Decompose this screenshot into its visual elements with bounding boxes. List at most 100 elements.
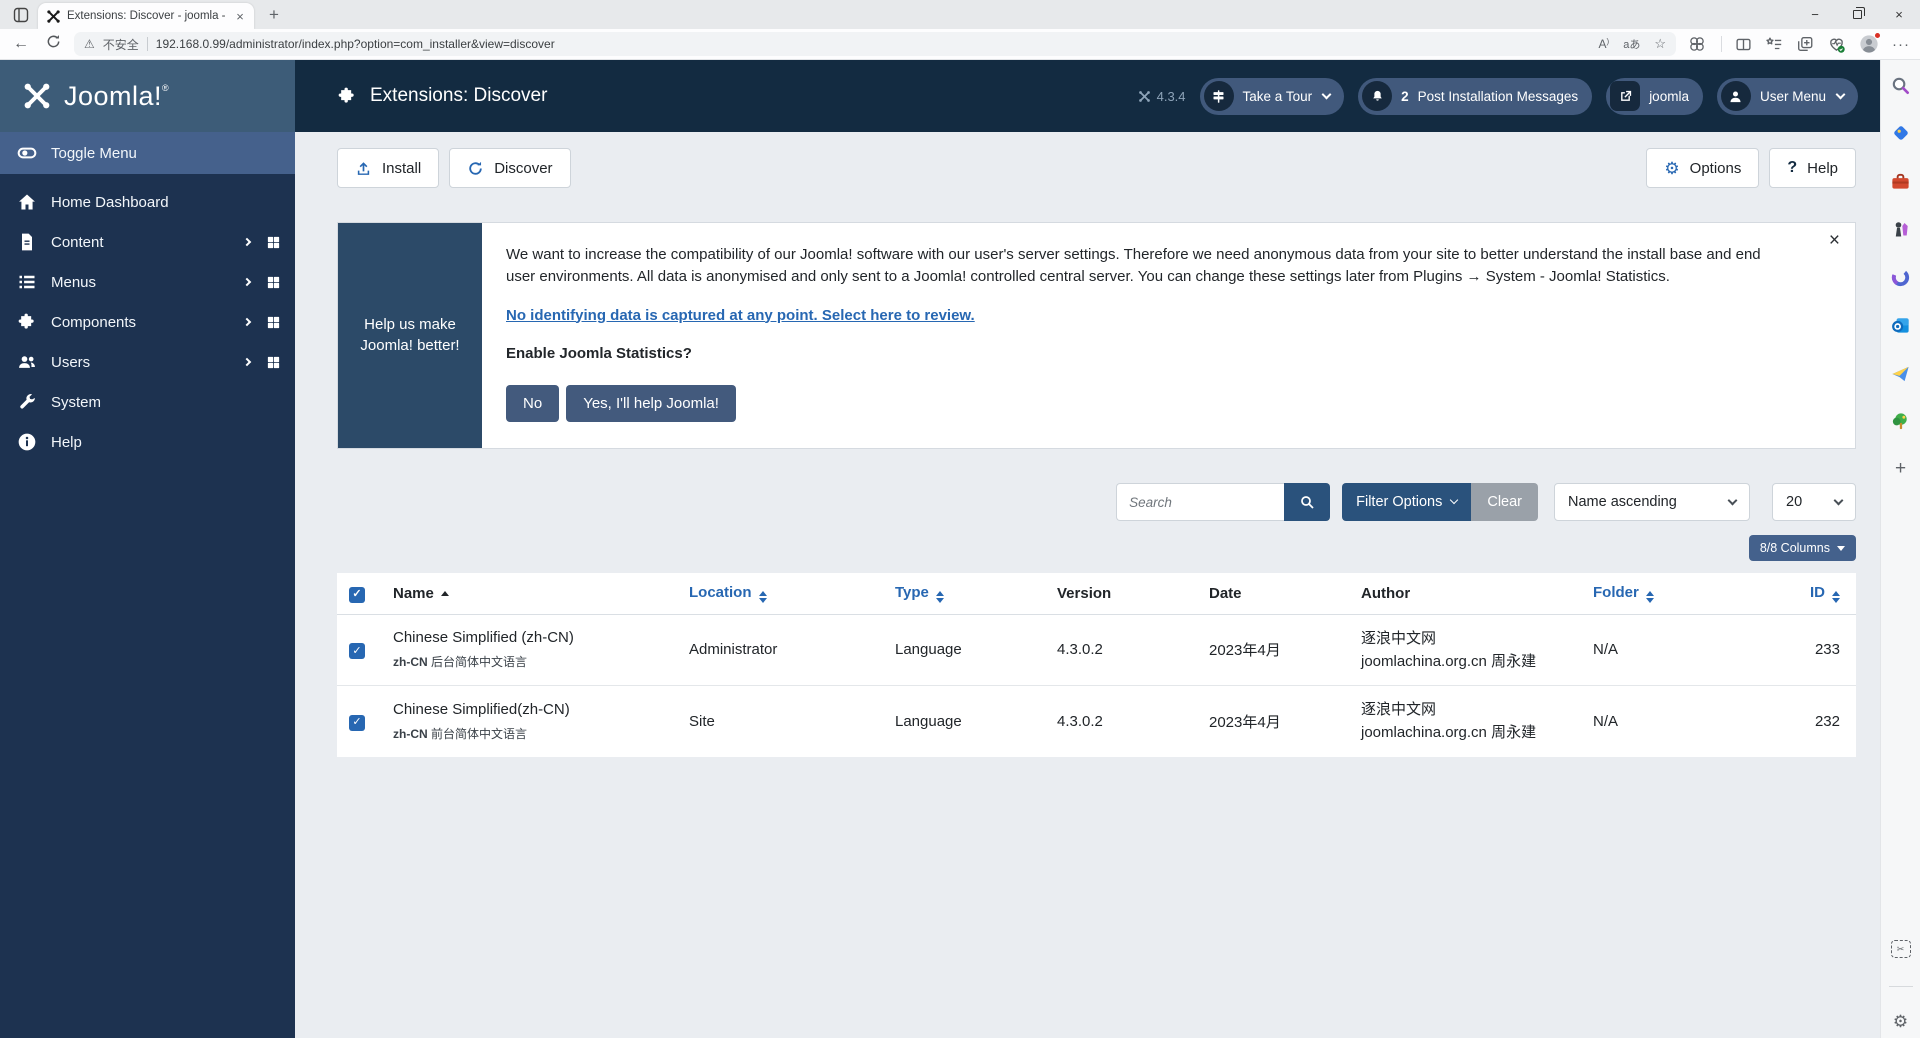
column-header-folder[interactable]: Folder — [1583, 573, 1723, 614]
read-aloud-icon[interactable]: A) — [1599, 37, 1610, 51]
browser-tab[interactable]: Extensions: Discover - joomla - A × — [38, 3, 254, 29]
sort-icon — [759, 591, 767, 603]
extension-type: Language — [885, 614, 1047, 686]
select-all-checkbox[interactable]: ✓ — [349, 587, 365, 603]
statistics-no-button[interactable]: No — [506, 385, 559, 422]
close-window-button[interactable]: × — [1878, 0, 1920, 29]
row-checkbox[interactable]: ✓ — [349, 643, 365, 659]
restore-button[interactable] — [1836, 0, 1878, 29]
sidebar-drop-icon[interactable] — [1890, 362, 1912, 384]
columns-toggle-button[interactable]: 8/8 Columns — [1749, 535, 1856, 561]
profile-avatar[interactable] — [1859, 34, 1879, 54]
user-menu-button[interactable]: User Menu — [1717, 78, 1858, 115]
extension-author: 逐浪中文网 joomlachina.org.cn 周永建 — [1351, 686, 1583, 757]
clear-button[interactable]: Clear — [1471, 483, 1538, 521]
sidebar-games-icon[interactable] — [1890, 218, 1912, 240]
rail-divider — [1889, 986, 1913, 987]
screenshot-icon[interactable]: ✂ — [1890, 938, 1912, 960]
sidebar-search-icon[interactable] — [1890, 74, 1912, 96]
sidebar-item-label: Menus — [51, 274, 230, 291]
translate-icon[interactable]: aあ — [1623, 36, 1640, 52]
extension-description: zh-CN 前台简体中文语言 — [393, 725, 669, 742]
split-screen-icon[interactable] — [1735, 36, 1752, 53]
review-link[interactable]: No identifying data is captured at any p… — [506, 305, 975, 327]
discover-button[interactable]: Discover — [449, 148, 570, 188]
row-checkbox[interactable]: ✓ — [349, 715, 365, 731]
collections-icon[interactable] — [1765, 35, 1783, 53]
options-button[interactable]: ⚙ Options — [1646, 148, 1759, 188]
extension-folder: N/A — [1583, 614, 1723, 686]
sidebar-microsoft365-icon[interactable] — [1890, 266, 1912, 288]
browser-menu-icon[interactable]: ··· — [1892, 36, 1910, 53]
joomla-admin: Joomla!® Extensions: Discover 4.3.4 — [0, 60, 1880, 1038]
page-title-text: Extensions: Discover — [370, 85, 547, 107]
tab-workspaces-icon[interactable] — [8, 4, 34, 26]
sort-select-value: Name ascending — [1568, 494, 1677, 510]
browser-essentials-icon[interactable] — [1827, 35, 1846, 54]
security-label[interactable]: 不安全 — [103, 36, 139, 53]
extension-version: 4.3.0.2 — [1047, 686, 1199, 757]
sidebar-item-label: System — [51, 394, 281, 411]
user-icon — [1721, 81, 1751, 111]
restore-icon — [1853, 10, 1862, 19]
column-header-name[interactable]: Name — [383, 573, 679, 614]
search-input[interactable] — [1116, 483, 1284, 521]
url-text[interactable]: 192.168.0.99/administrator/index.php?opt… — [156, 37, 1591, 51]
sort-select[interactable]: Name ascending — [1554, 483, 1750, 521]
sort-icon — [1646, 591, 1654, 603]
refresh-button[interactable] — [42, 34, 64, 54]
address-bar-actions: A) aあ ☆ — [1599, 36, 1666, 52]
back-button[interactable]: ← — [10, 35, 32, 53]
sidebar-toolbox-icon[interactable] — [1890, 170, 1912, 192]
table-row: ✓ Chinese Simplified (zh-CN) zh-CN 后台简体中… — [337, 614, 1856, 686]
tab-close-icon[interactable]: × — [232, 9, 248, 24]
sidebar-item-help[interactable]: Help — [0, 422, 295, 462]
notice-aside-title: Help us make Joomla! better! — [338, 223, 482, 448]
question-mark-icon: ? — [1787, 159, 1797, 177]
column-header-location[interactable]: Location — [679, 573, 885, 614]
dashboard-grid-icon[interactable] — [266, 275, 281, 290]
help-button[interactable]: ? Help — [1769, 148, 1856, 188]
sidebar-item-menus[interactable]: Menus — [0, 262, 295, 302]
dashboard-grid-icon[interactable] — [266, 315, 281, 330]
sidebar-item-system[interactable]: System — [0, 382, 295, 422]
tab-actions-icon[interactable] — [1796, 35, 1814, 53]
new-tab-button[interactable]: + — [262, 5, 286, 25]
dashboard-grid-icon[interactable] — [266, 235, 281, 250]
dashboard-grid-icon[interactable] — [266, 355, 281, 370]
search-button[interactable] — [1284, 483, 1330, 521]
edge-sidebar-rail: + ✂ ⚙ — [1880, 60, 1920, 1038]
extension-folder: N/A — [1583, 686, 1723, 757]
address-divider — [147, 37, 148, 51]
user-menu-label: User Menu — [1760, 89, 1826, 104]
view-site-button[interactable]: joomla — [1606, 78, 1703, 115]
sidebar-item-users[interactable]: Users — [0, 342, 295, 382]
extensions-icon[interactable] — [1686, 33, 1708, 55]
column-header-date: Date — [1199, 573, 1351, 614]
joomla-logo[interactable]: Joomla!® — [0, 60, 295, 132]
statistics-yes-button[interactable]: Yes, I'll help Joomla! — [566, 385, 736, 422]
sidebar-shopping-icon[interactable] — [1890, 122, 1912, 144]
toggle-icon — [17, 143, 37, 163]
post-installation-messages-button[interactable]: 2 Post Installation Messages — [1358, 78, 1592, 115]
address-bar[interactable]: ⚠ 不安全 192.168.0.99/administrator/index.p… — [74, 32, 1676, 56]
sidebar-add-icon[interactable]: + — [1895, 458, 1906, 480]
sidebar-item-toggle-menu[interactable]: Toggle Menu — [0, 132, 295, 174]
install-button[interactable]: Install — [337, 148, 439, 188]
take-a-tour-button[interactable]: Take a Tour — [1200, 78, 1345, 115]
sidebar-item-content[interactable]: Content — [0, 222, 295, 262]
settings-gear-icon[interactable]: ⚙ — [1893, 1013, 1908, 1030]
sidebar-outlook-icon[interactable] — [1890, 314, 1912, 336]
column-header-type[interactable]: Type — [885, 573, 1047, 614]
sidebar-tree-icon[interactable] — [1890, 410, 1912, 432]
favorite-star-icon[interactable]: ☆ — [1654, 36, 1666, 52]
sidebar-item-components[interactable]: Components — [0, 302, 295, 342]
notice-close-icon[interactable]: × — [1829, 231, 1840, 250]
column-header-id[interactable]: ID — [1723, 573, 1856, 614]
sort-ascending-icon — [441, 591, 449, 596]
minimize-button[interactable]: − — [1794, 0, 1836, 29]
page-size-select[interactable]: 20 — [1772, 483, 1856, 521]
filter-options-button[interactable]: Filter Options — [1342, 483, 1471, 521]
upload-icon — [355, 160, 372, 177]
sidebar-item-home-dashboard[interactable]: Home Dashboard — [0, 182, 295, 222]
